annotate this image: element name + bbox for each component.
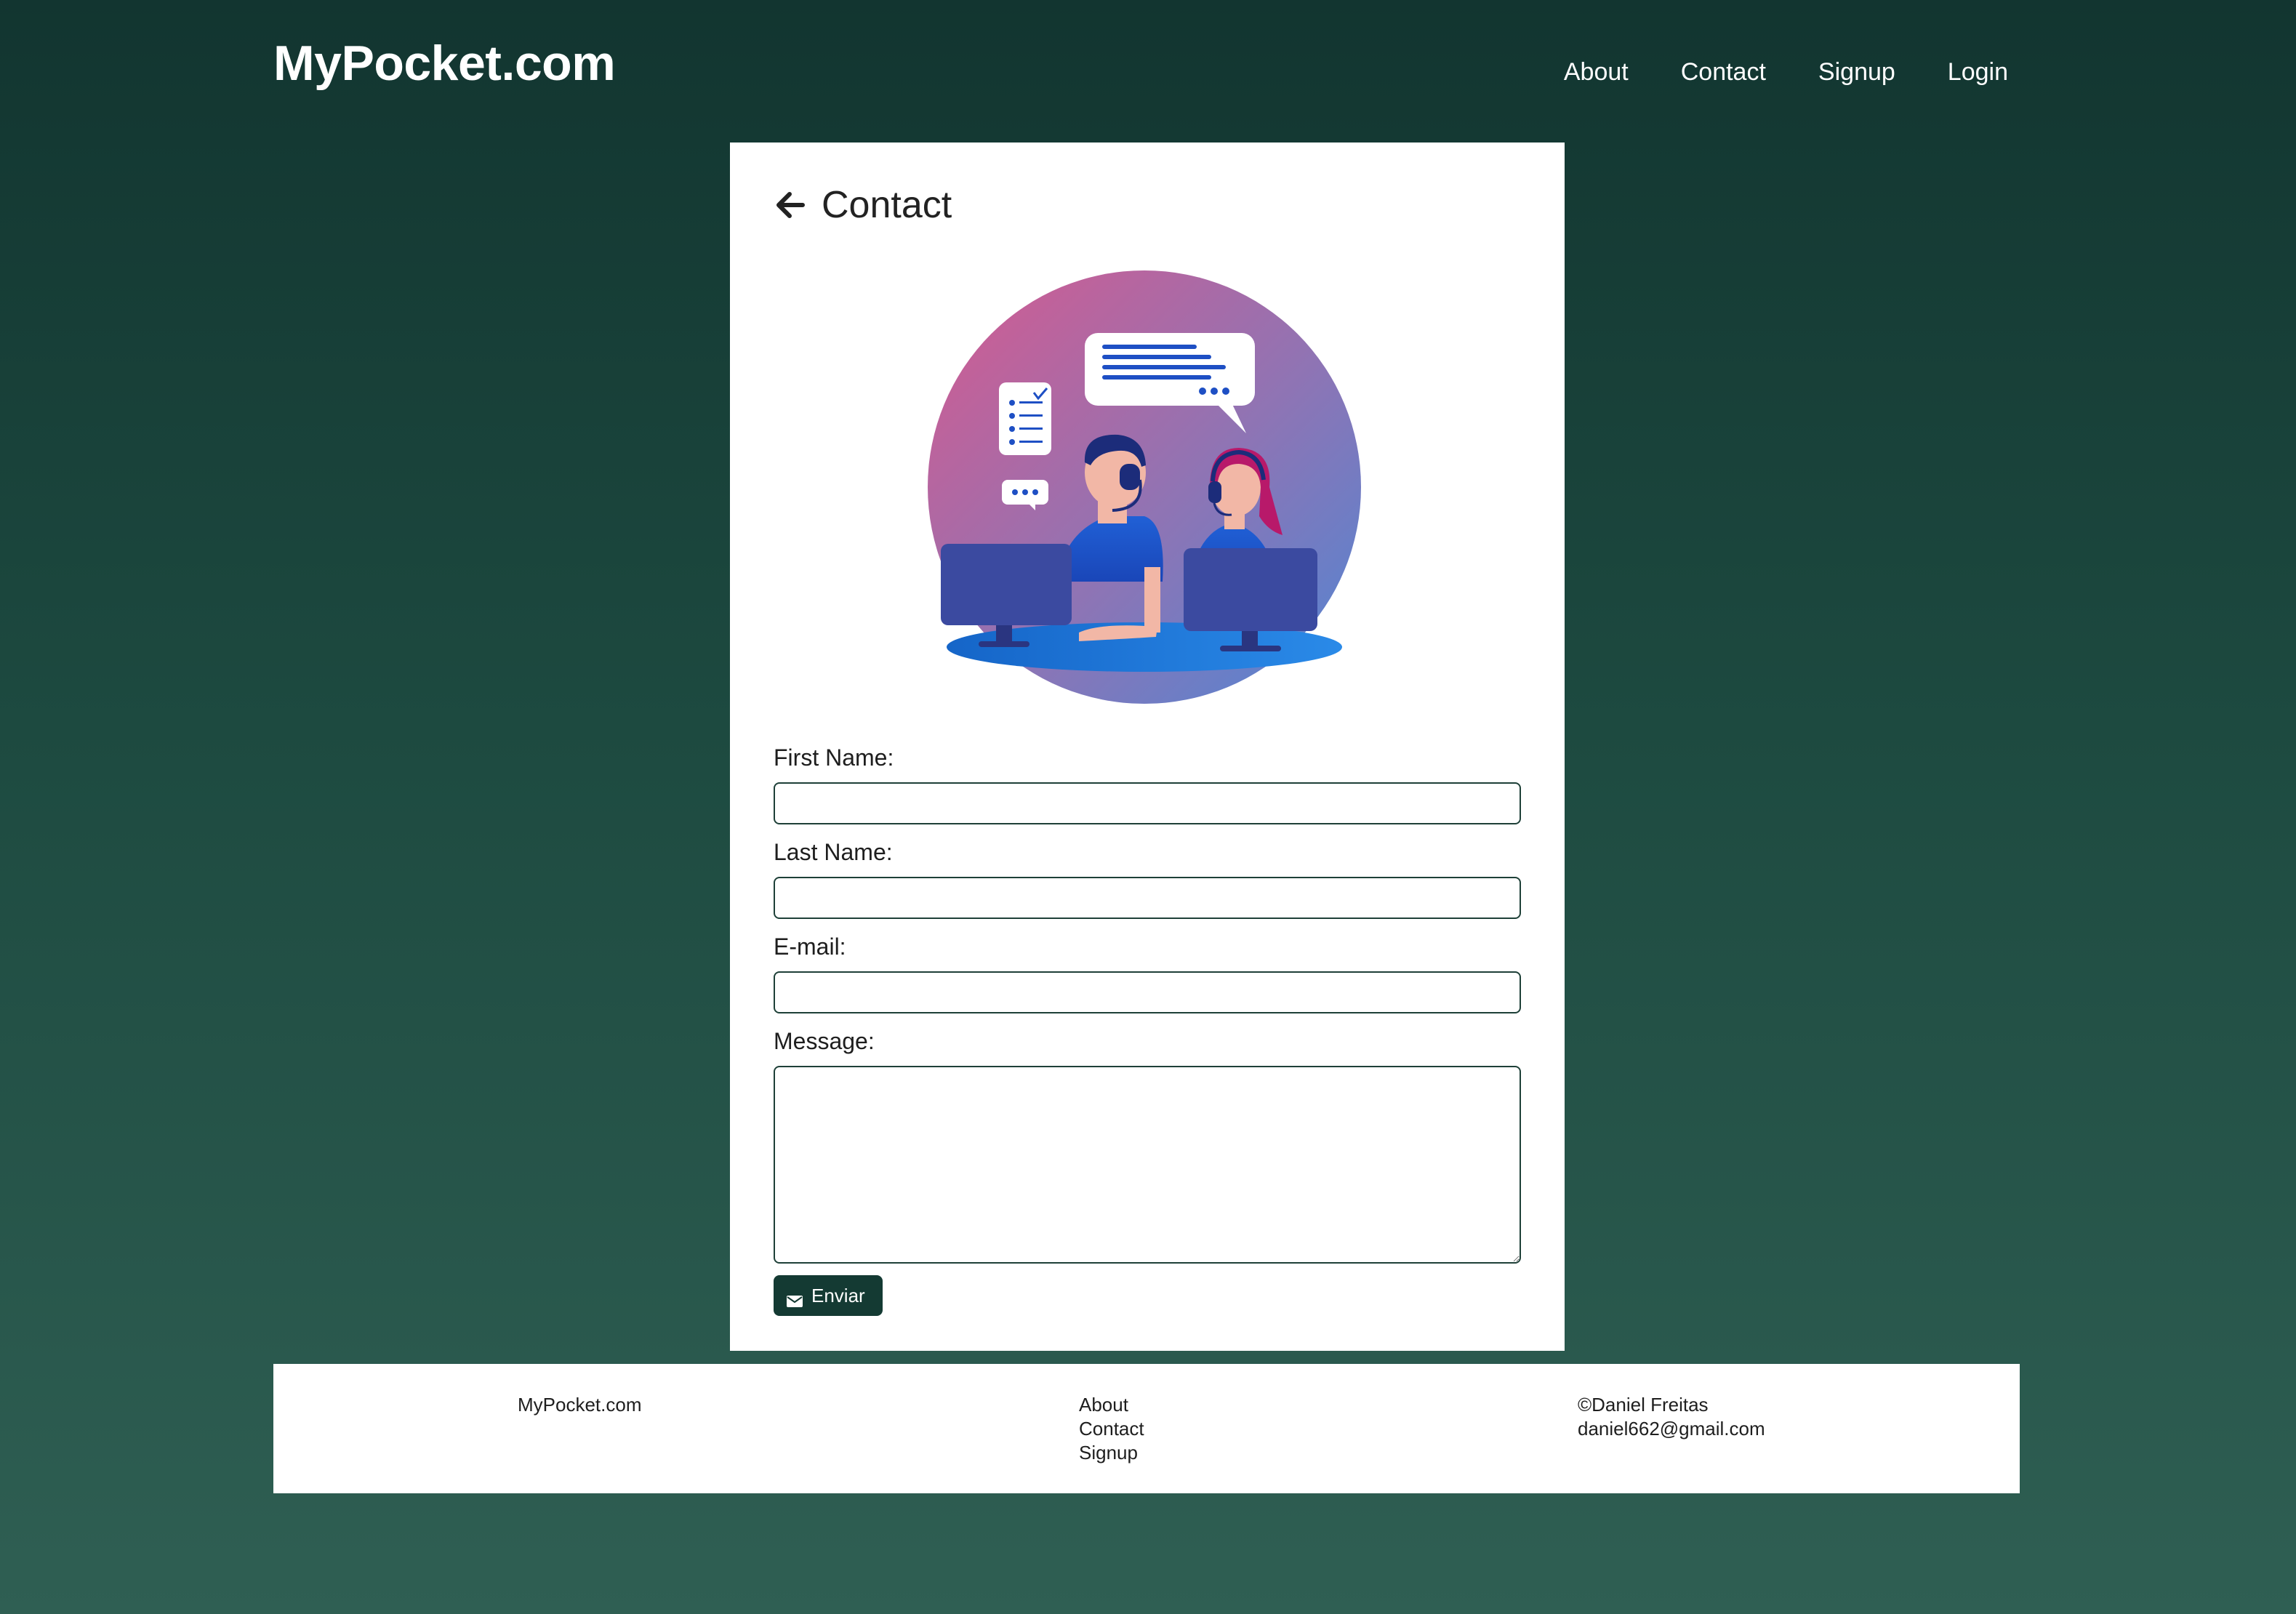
footer: MyPocket.com About Contact Signup ©Danie…	[273, 1364, 2020, 1493]
contact-form: First Name: Last Name: E-mail: Message: …	[774, 743, 1521, 1316]
nav-link-contact[interactable]: Contact	[1681, 58, 1766, 87]
first-name-label: First Name:	[774, 744, 894, 771]
card-header: Contact	[774, 183, 952, 227]
footer-email: daniel662@gmail.com	[1578, 1418, 1765, 1440]
nav-link-about[interactable]: About	[1564, 58, 1629, 87]
arrow-left-icon[interactable]	[774, 188, 807, 222]
email-label: E-mail:	[774, 934, 846, 960]
footer-links-column: About Contact Signup	[1079, 1393, 1144, 1465]
page-title: Contact	[822, 184, 952, 226]
last-name-label: Last Name:	[774, 839, 893, 865]
footer-copyright: ©Daniel Freitas	[1578, 1394, 1709, 1416]
brand-logo-link[interactable]: MyPocket.com	[273, 35, 616, 92]
nav-link-login[interactable]: Login	[1948, 58, 2008, 87]
footer-credits-column: ©Daniel Freitas daniel662@gmail.com	[1578, 1393, 1765, 1441]
last-name-input[interactable]	[774, 877, 1521, 919]
first-name-input[interactable]	[774, 782, 1521, 824]
envelope-icon	[787, 1290, 803, 1307]
customer-support-illustration	[926, 269, 1362, 705]
footer-link-contact[interactable]: Contact	[1079, 1417, 1144, 1441]
footer-link-signup[interactable]: Signup	[1079, 1441, 1144, 1465]
footer-brand-column: MyPocket.com	[518, 1393, 642, 1417]
footer-link-about[interactable]: About	[1079, 1393, 1144, 1417]
contact-card: Contact First Name: Last Name: E-mail: M…	[730, 142, 1565, 1351]
send-button-label: Enviar	[811, 1284, 865, 1306]
email-input[interactable]	[774, 971, 1521, 1013]
send-button[interactable]: Enviar	[774, 1275, 883, 1316]
main-nav: About Contact Signup Login	[1564, 58, 2008, 87]
message-textarea[interactable]	[774, 1066, 1521, 1264]
nav-link-signup[interactable]: Signup	[1818, 58, 1895, 87]
message-label: Message:	[774, 1028, 875, 1054]
footer-brand: MyPocket.com	[518, 1394, 642, 1416]
